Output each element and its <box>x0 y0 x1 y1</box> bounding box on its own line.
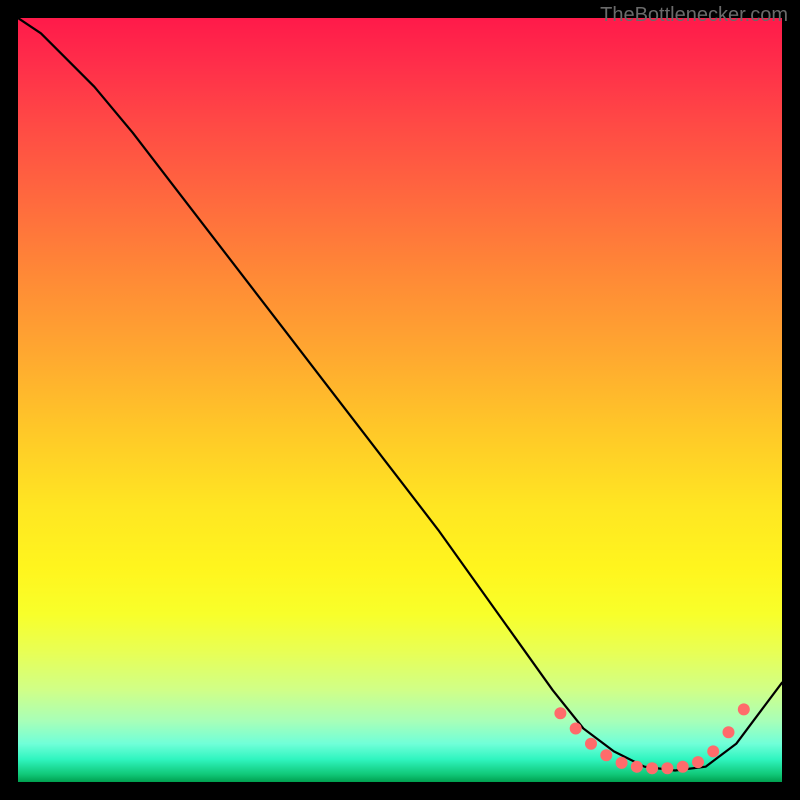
marker-dot <box>616 757 628 769</box>
marker-dot <box>677 761 689 773</box>
marker-dot <box>570 723 582 735</box>
marker-dot <box>661 762 673 774</box>
watermark-text: TheBottlenecker.com <box>600 4 788 27</box>
chart-svg <box>18 18 782 782</box>
marker-points <box>554 703 749 774</box>
marker-dot <box>600 749 612 761</box>
marker-dot <box>692 756 704 768</box>
marker-dot <box>738 703 750 715</box>
marker-dot <box>646 762 658 774</box>
marker-dot <box>585 738 597 750</box>
marker-dot <box>707 745 719 757</box>
marker-dot <box>554 707 566 719</box>
curve-line <box>18 18 782 771</box>
marker-dot <box>723 726 735 738</box>
chart-plot-area <box>18 18 782 782</box>
marker-dot <box>631 761 643 773</box>
